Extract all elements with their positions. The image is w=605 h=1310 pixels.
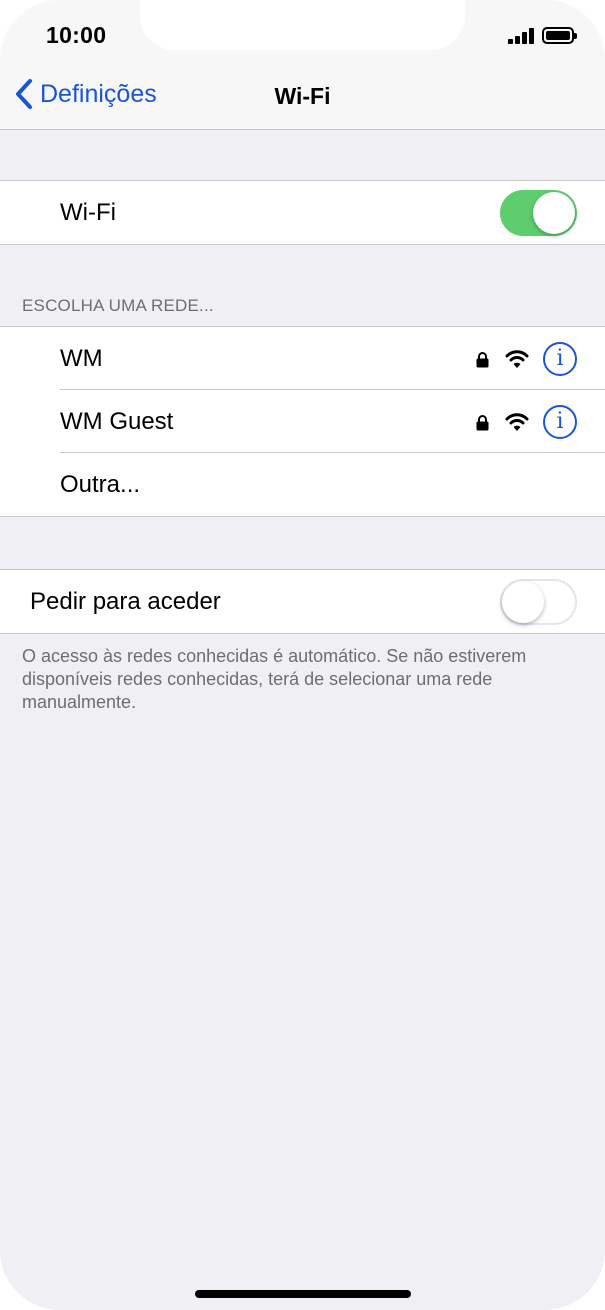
wifi-icon [505, 350, 529, 368]
info-icon[interactable]: i [543, 342, 577, 376]
network-name: WM [60, 344, 103, 372]
wifi-toggle-group: Wi-Fi [0, 180, 605, 245]
ask-to-join-label: Pedir para aceder [30, 587, 221, 615]
info-icon[interactable]: i [543, 405, 577, 439]
other-network-label: Outra... [60, 470, 141, 498]
wifi-toggle-switch[interactable] [500, 190, 577, 236]
status-time: 10:00 [46, 22, 107, 48]
ask-to-join-group: Pedir para aceder [0, 569, 605, 634]
ask-to-join-switch[interactable] [500, 579, 577, 625]
battery-icon [542, 27, 577, 44]
network-name: WM Guest [60, 407, 174, 435]
networks-list: WM i WM Guest i Outra... [0, 326, 605, 517]
notch [140, 0, 465, 50]
ask-to-join-row: Pedir para aceder [0, 570, 605, 633]
ask-to-join-footer: O acesso às redes conhecidas é automátic… [22, 646, 527, 712]
home-indicator[interactable] [195, 1290, 411, 1298]
network-row-other[interactable]: Outra... [0, 453, 605, 516]
wifi-toggle-label: Wi-Fi [60, 198, 116, 226]
wifi-toggle-row: Wi-Fi [0, 181, 605, 244]
network-row-wm-guest[interactable]: WM Guest i [0, 390, 605, 453]
cellular-signal-icon [508, 28, 536, 44]
status-bar: 10:00 [0, 0, 605, 56]
wifi-icon [505, 413, 529, 431]
navigation-bar: Definições Wi-Fi [0, 56, 605, 130]
network-row-wm[interactable]: WM i [0, 327, 605, 390]
phone-screen: 10:00 Definições Wi-Fi Wi-Fi ESCOLHA UMA… [0, 0, 605, 1310]
page-title: Wi-Fi [274, 83, 331, 109]
lock-icon [476, 351, 489, 367]
section-header-networks: ESCOLHA UMA REDE... [22, 296, 214, 315]
lock-icon [476, 414, 489, 430]
